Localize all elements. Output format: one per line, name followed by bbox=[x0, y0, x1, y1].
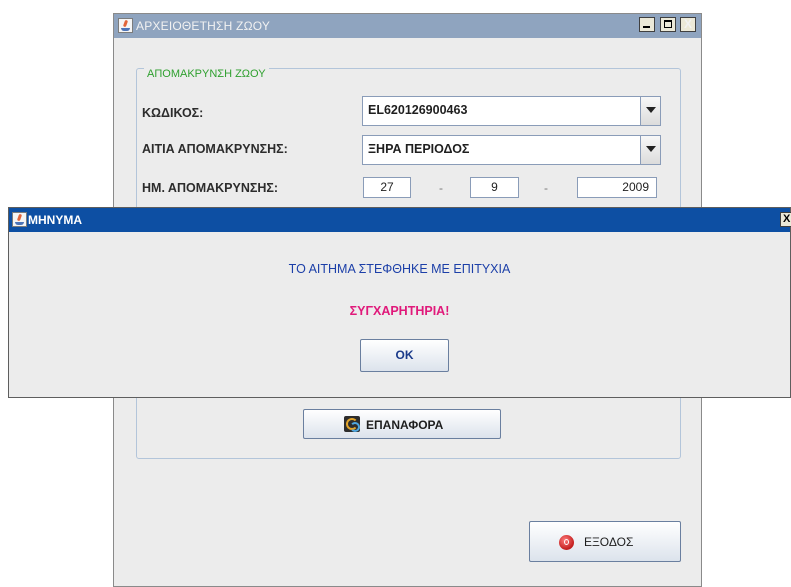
ok-button[interactable]: OK bbox=[360, 339, 449, 372]
exit-button[interactable]: ΕΞΟΔΟΣ bbox=[529, 521, 681, 562]
year-field[interactable]: 2009 bbox=[577, 177, 657, 198]
exit-icon bbox=[559, 535, 574, 550]
reset-icon bbox=[344, 416, 360, 432]
exit-button-label: ΕΞΟΔΟΣ bbox=[584, 535, 634, 549]
chevron-down-icon[interactable] bbox=[640, 136, 660, 164]
java-icon bbox=[118, 18, 133, 33]
main-title-bar[interactable]: ΑΡΧΕΙΟΘΕΤΗΣΗ ΖΩΟΥ X bbox=[114, 14, 701, 38]
date-separator: - bbox=[439, 181, 443, 195]
success-message: ΤΟ ΑΙΤΗΜΑ ΣΤΕΦΘΗΚΕ ΜΕ ΕΠΙΤΥΧΙΑ bbox=[288, 262, 511, 276]
code-value: EL620126900463 bbox=[368, 103, 468, 117]
congrats-message: ΣΥΓΧΑΡΗΤΗΡΙΑ! bbox=[349, 304, 450, 318]
chevron-down-icon[interactable] bbox=[640, 97, 660, 125]
window-controls: X bbox=[638, 17, 696, 32]
day-field[interactable]: 27 bbox=[363, 177, 411, 198]
code-label: ΚΩΔΙΚΟΣ: bbox=[142, 106, 204, 120]
dialog-title: ΜΗΝΥΜΑ bbox=[28, 213, 82, 227]
date-label: ΗΜ. ΑΠΟΜΑΚΡΥΝΣΗΣ: bbox=[142, 181, 279, 195]
close-icon[interactable]: X bbox=[780, 212, 791, 227]
minimize-icon[interactable] bbox=[639, 17, 656, 32]
window-title: ΑΡΧΕΙΟΘΕΤΗΣΗ ΖΩΟΥ bbox=[136, 19, 271, 33]
reason-combobox[interactable]: ΞΗΡΑ ΠΕΡΙΟΔΟΣ bbox=[362, 135, 661, 165]
maximize-icon[interactable] bbox=[659, 17, 676, 32]
java-icon bbox=[12, 212, 27, 227]
reset-button-label: ΕΠΑΝΑΦΟΡΑ bbox=[366, 418, 444, 432]
close-icon[interactable]: X bbox=[680, 17, 696, 32]
reason-label: ΑΙΤΙΑ ΑΠΟΜΑΚΡΥΝΣΗΣ: bbox=[142, 142, 288, 156]
reason-value: ΞΗΡΑ ΠΕΡΙΟΔΟΣ bbox=[368, 142, 470, 156]
date-separator: - bbox=[544, 181, 548, 195]
month-field[interactable]: 9 bbox=[470, 177, 519, 198]
reset-button[interactable]: ΕΠΑΝΑΦΟΡΑ bbox=[303, 409, 501, 439]
dialog-title-bar[interactable]: ΜΗΝΥΜΑ X bbox=[9, 208, 791, 232]
group-title: ΑΠΟΜΑΚΡΥΝΣΗ ΖΩΟΥ bbox=[144, 68, 269, 80]
message-dialog: ΜΗΝΥΜΑ X ΤΟ ΑΙΤΗΜΑ ΣΤΕΦΘΗΚΕ ΜΕ ΕΠΙΤΥΧΙΑ … bbox=[8, 207, 791, 398]
code-combobox[interactable]: EL620126900463 bbox=[362, 96, 661, 126]
